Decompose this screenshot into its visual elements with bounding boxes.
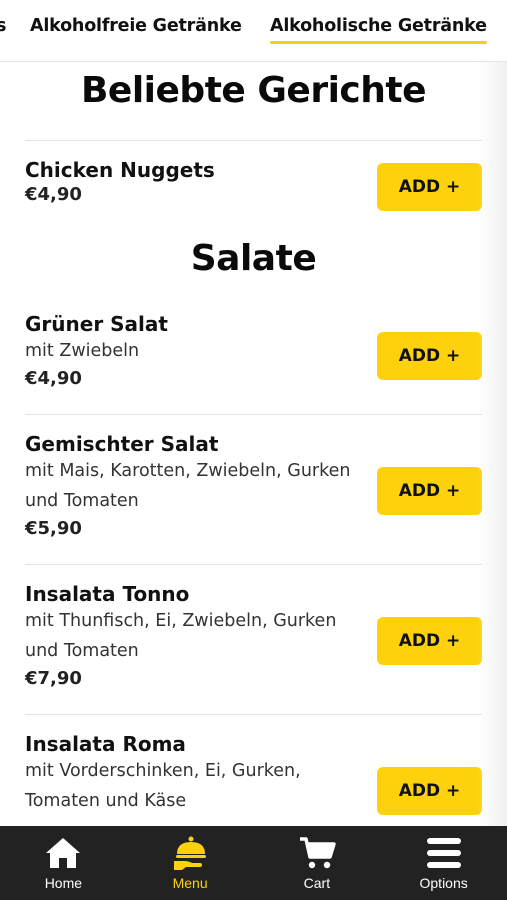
dish-gemischter-salat: Gemischter Salat mit Mais, Karotten, Zwi…: [25, 432, 482, 539]
add-button-chicken-nuggets[interactable]: ADD +: [377, 163, 482, 211]
dish-name: Insalata Roma: [25, 732, 186, 756]
nav-home[interactable]: Home: [0, 826, 127, 900]
dish-insalata-tonno: Insalata Tonno mit Thunfisch, Ei, Zwiebe…: [25, 582, 482, 689]
dish-gruener-salat: Grüner Salat mit Zwiebeln €4,90 ADD +: [25, 312, 482, 389]
section-title-salate: Salate: [190, 238, 317, 279]
dish-price: €5,90: [25, 518, 82, 539]
cart-icon: [299, 837, 336, 869]
nav-menu[interactable]: Menu: [127, 826, 254, 900]
menu-content[interactable]: Beliebte Gerichte Chicken Nuggets €4,90 …: [0, 62, 507, 826]
dish-price: €7,90: [25, 668, 82, 689]
waiter-icon: [174, 836, 207, 870]
add-button-insalata-tonno[interactable]: ADD +: [377, 617, 482, 665]
menu-icon: [426, 838, 461, 868]
home-icon: [46, 838, 81, 868]
divider: [25, 140, 482, 141]
dish-description: mit Vorderschinken, Ei, Gurken, Tomaten …: [25, 761, 301, 811]
dish-name: Insalata Tonno: [25, 582, 190, 606]
dish-name: Gemischter Salat: [25, 432, 219, 456]
nav-label: Home: [44, 875, 83, 891]
nav-options[interactable]: Options: [380, 826, 507, 900]
category-tab-alkoholische[interactable]: Alkoholische Getränke: [270, 16, 487, 44]
nav-label: Options: [419, 875, 468, 891]
category-tab-bar: s Alkoholfreie Getränke Alkoholische Get…: [0, 0, 507, 62]
dish-description: mit Thunfisch, Ei, Zwiebeln, Gurken und …: [25, 611, 337, 661]
category-tab-alkoholfreie[interactable]: Alkoholfreie Getränke: [30, 16, 242, 36]
section-title-beliebte: Beliebte Gerichte: [80, 70, 427, 111]
add-button-gruener-salat[interactable]: ADD +: [377, 332, 482, 380]
nav-cart[interactable]: Cart: [254, 826, 381, 900]
dish-chicken-nuggets: Chicken Nuggets €4,90 ADD +: [25, 158, 482, 211]
bottom-navigation: Home Menu Cart Options: [0, 826, 507, 900]
category-tab-partial[interactable]: s: [0, 16, 6, 36]
divider: [25, 414, 482, 415]
dish-description: mit Mais, Karotten, Zwiebeln, Gurken und…: [25, 461, 351, 511]
nav-label: Menu: [172, 875, 208, 891]
dish-description: mit Zwiebeln: [25, 341, 140, 361]
divider: [25, 714, 482, 715]
add-button-insalata-roma[interactable]: ADD +: [377, 767, 482, 815]
add-button-gemischter-salat[interactable]: ADD +: [377, 467, 482, 515]
nav-label: Cart: [303, 875, 331, 891]
dish-insalata-roma: Insalata Roma mit Vorderschinken, Ei, Gu…: [25, 732, 482, 816]
divider: [25, 564, 482, 565]
